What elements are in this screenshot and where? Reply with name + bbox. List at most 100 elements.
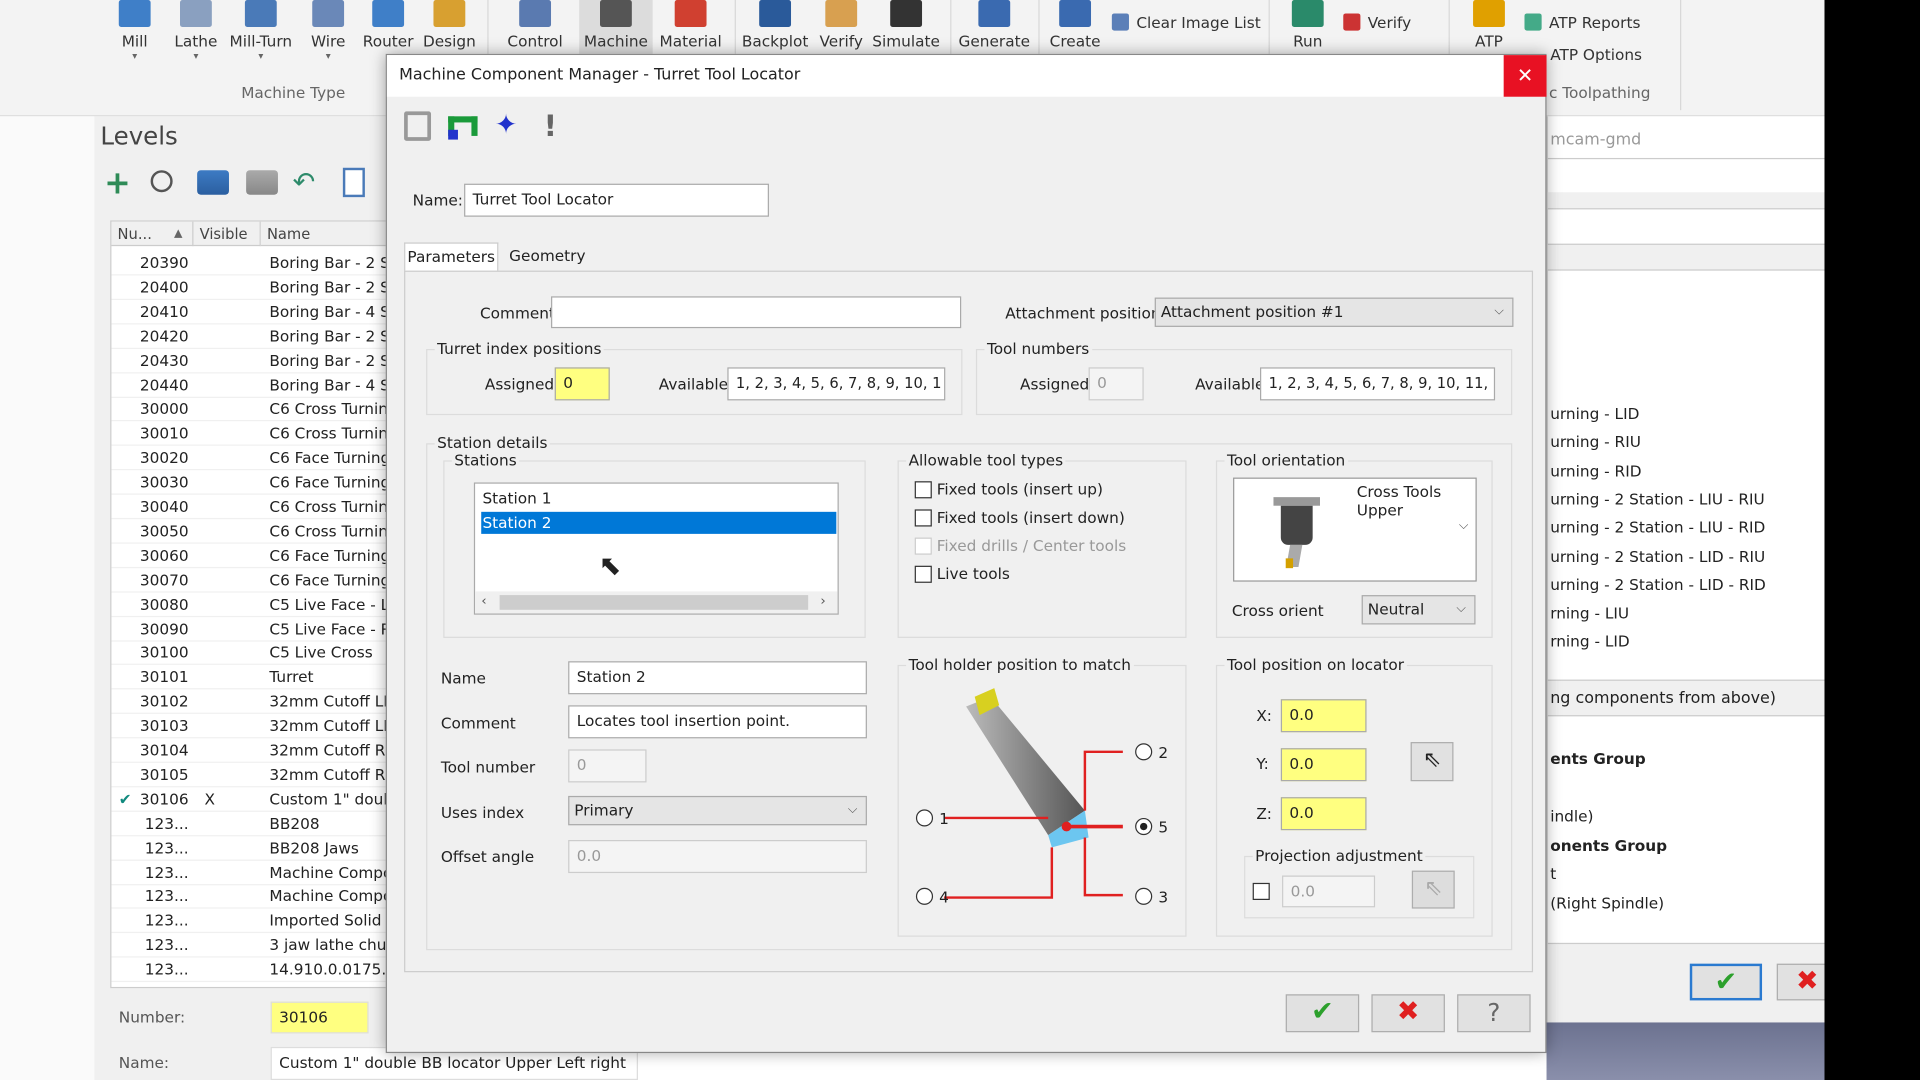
table-row[interactable]: 20440 Boring Bar - 4 Sta bbox=[111, 373, 391, 398]
table-row[interactable]: ✔30106XCustom 1" double bbox=[111, 787, 391, 812]
table-row[interactable]: 123... Machine Compon bbox=[111, 860, 391, 885]
stations-listbox[interactable]: Station 1 Station 2 ‹ › bbox=[473, 482, 839, 615]
table-row[interactable]: 20400 Boring Bar - 2 Sta bbox=[111, 275, 391, 300]
x-input[interactable]: 0.0 bbox=[1280, 699, 1367, 733]
toolnum-available-input[interactable]: 1, 2, 3, 4, 5, 6, 7, 8, 9, 10, 11, bbox=[1260, 367, 1496, 401]
table-row[interactable]: 30000 C6 Cross Turning bbox=[111, 397, 391, 422]
table-row[interactable]: 30050 C6 Cross Turning bbox=[111, 519, 391, 544]
holder-position-radio-5[interactable] bbox=[1135, 817, 1153, 836]
cancel-button[interactable]: ✖ bbox=[1371, 994, 1445, 1033]
table-row[interactable]: 20390 Boring Bar - 2 Sta bbox=[111, 251, 391, 276]
table-row[interactable]: 20420 Boring Bar - 2 Sta bbox=[111, 324, 391, 349]
pick-position-button[interactable]: ⇖ bbox=[1410, 742, 1454, 782]
close-button[interactable]: ✕ bbox=[1503, 55, 1547, 97]
axis-blue-icon[interactable]: ✦ bbox=[495, 111, 522, 140]
tool-type-checkbox[interactable] bbox=[914, 537, 932, 555]
holder-position-radio-2[interactable] bbox=[1135, 743, 1153, 761]
tool-type-checkbox[interactable] bbox=[914, 481, 932, 499]
table-row[interactable]: 30101 Turret bbox=[111, 665, 391, 690]
orientation-select[interactable]: Cross Tools Upper ⌵ bbox=[1233, 477, 1477, 582]
column-header-number[interactable]: Nu... ▲ bbox=[111, 221, 194, 247]
table-row[interactable]: 30103 32mm Cutoff LIU bbox=[111, 714, 391, 739]
z-input[interactable]: 0.0 bbox=[1280, 797, 1367, 831]
scroll-right-icon[interactable]: › bbox=[820, 593, 825, 609]
attachment-select[interactable]: Attachment position #1 ⌵ bbox=[1154, 297, 1514, 327]
table-row[interactable]: 123... Machine Compon bbox=[111, 885, 391, 910]
scrollbar-thumb[interactable] bbox=[499, 595, 809, 610]
ribbon-button-lathe[interactable]: Lathe ▾ bbox=[159, 0, 232, 86]
projection-pick-button[interactable]: ⇖ bbox=[1411, 870, 1455, 909]
scroll-left-icon[interactable]: ‹ bbox=[481, 593, 486, 609]
table-row[interactable]: 30020 C6 Face Turning bbox=[111, 446, 391, 471]
column-header-visible[interactable]: Visible bbox=[193, 221, 261, 247]
tool-type-checkbox[interactable] bbox=[914, 565, 932, 583]
tool-type-checkbox[interactable] bbox=[914, 509, 932, 527]
table-row[interactable]: 30060 C6 Face Turning bbox=[111, 543, 391, 568]
table-row[interactable]: 30104 32mm Cutoff RID bbox=[111, 738, 391, 763]
reset-icon[interactable] bbox=[404, 111, 432, 141]
column-header-name[interactable]: Name bbox=[260, 221, 391, 247]
table-row[interactable]: 30090 C5 Live Face - Ri bbox=[111, 617, 391, 642]
table-row[interactable]: 123... 14.910.0.0175.0 bbox=[111, 958, 391, 983]
table-row[interactable]: 123... BB208 Jaws bbox=[111, 836, 391, 861]
table-row[interactable]: 30040 C6 Cross Turning bbox=[111, 495, 391, 520]
tree-item[interactable]: urning - RID bbox=[1550, 461, 1641, 479]
uses-index-select[interactable]: Primary ⌵ bbox=[568, 795, 867, 826]
holder-position-radio-1[interactable] bbox=[915, 809, 934, 827]
cross-orient-select[interactable]: Neutral ⌵ bbox=[1361, 595, 1476, 625]
undo-arrow-icon[interactable]: ↶ bbox=[293, 168, 316, 199]
offset-angle-input[interactable]: 0.0 bbox=[568, 840, 867, 874]
tree-item[interactable]: urning - RIU bbox=[1550, 433, 1641, 451]
properties-icon[interactable] bbox=[342, 167, 365, 198]
tree-item[interactable]: urning - 2 Station - LIU - RID bbox=[1550, 518, 1765, 536]
horizontal-scrollbar[interactable]: ‹ › bbox=[475, 591, 838, 614]
tree-item[interactable]: urning - 2 Station - LID - RIU bbox=[1550, 547, 1765, 565]
ribbon-button-mill-turn[interactable]: Mill-Turn ▾ bbox=[224, 0, 297, 86]
ok-button[interactable]: ✔ bbox=[1285, 994, 1360, 1033]
holder-position-radio-4[interactable] bbox=[915, 887, 934, 905]
tab-parameters[interactable]: Parameters bbox=[404, 242, 499, 272]
tree-item[interactable]: indle) bbox=[1550, 807, 1593, 825]
tree-item[interactable]: urning - LID bbox=[1550, 404, 1639, 422]
number-input[interactable]: 30106 bbox=[270, 1001, 369, 1034]
locator-green-icon[interactable] bbox=[448, 116, 478, 140]
table-row[interactable]: 30010 C6 Cross Turning bbox=[111, 422, 391, 447]
table-row[interactable]: 123... Imported Solid Le bbox=[111, 909, 391, 934]
search-field[interactable]: mcam-gmd bbox=[1547, 122, 1826, 160]
atp-reports-button[interactable]: ATP Reports bbox=[1524, 13, 1640, 32]
tree-item[interactable]: urning - 2 Station - LID - RID bbox=[1550, 575, 1766, 593]
table-row[interactable]: 30080 C5 Live Face - Le bbox=[111, 592, 391, 617]
verify-small-button[interactable]: Verify bbox=[1343, 13, 1411, 32]
table-row[interactable]: 30102 32mm Cutoff LID bbox=[111, 690, 391, 715]
table-row[interactable]: 30105 32mm Cutoff RIU bbox=[111, 763, 391, 788]
tree-item[interactable]: rning - LID bbox=[1550, 632, 1629, 650]
table-row[interactable]: 30100 C5 Live Cross bbox=[111, 641, 391, 666]
layers-gray-icon[interactable] bbox=[246, 170, 278, 195]
tab-geometry[interactable]: Geometry bbox=[504, 242, 590, 271]
comment-input[interactable] bbox=[551, 296, 962, 329]
table-row[interactable]: 123... 3 jaw lathe chuck bbox=[111, 933, 391, 958]
clear-image-list-button[interactable]: Clear Image List bbox=[1111, 13, 1261, 32]
info-exclamation-icon[interactable]: ! bbox=[544, 109, 557, 143]
holder-position-radio-3[interactable] bbox=[1135, 887, 1153, 905]
station-name-input[interactable]: Station 2 bbox=[568, 661, 867, 695]
search-icon[interactable] bbox=[150, 170, 173, 193]
y-input[interactable]: 0.0 bbox=[1280, 748, 1367, 782]
station-list-item[interactable]: Station 1 bbox=[475, 487, 837, 509]
tree-item[interactable]: t bbox=[1550, 864, 1556, 882]
ribbon-button-machine[interactable]: Machine bbox=[579, 0, 653, 56]
table-row[interactable]: 30030 C6 Face Turning bbox=[111, 470, 391, 495]
level-visible[interactable]: X bbox=[204, 787, 215, 811]
add-level-icon[interactable]: + bbox=[104, 168, 131, 200]
toolnum-assigned-input[interactable]: 0 bbox=[1088, 367, 1144, 401]
turret-assigned-input[interactable]: 0 bbox=[554, 367, 610, 401]
atp-options-button[interactable]: ATP Options bbox=[1550, 45, 1642, 63]
tree-item[interactable]: ents Group bbox=[1550, 749, 1646, 767]
table-row[interactable]: 20430 Boring Bar - 2 Sta bbox=[111, 348, 391, 373]
tree-item[interactable]: rning - LIU bbox=[1550, 604, 1629, 622]
panel-ok-button[interactable]: ✔ bbox=[1689, 963, 1763, 1001]
station-comment-input[interactable]: Locates tool insertion point. bbox=[568, 705, 867, 739]
projection-input[interactable]: 0.0 bbox=[1282, 875, 1376, 908]
help-button[interactable]: ? bbox=[1457, 994, 1531, 1033]
table-row[interactable]: 30070 C6 Face Turning bbox=[111, 568, 391, 593]
